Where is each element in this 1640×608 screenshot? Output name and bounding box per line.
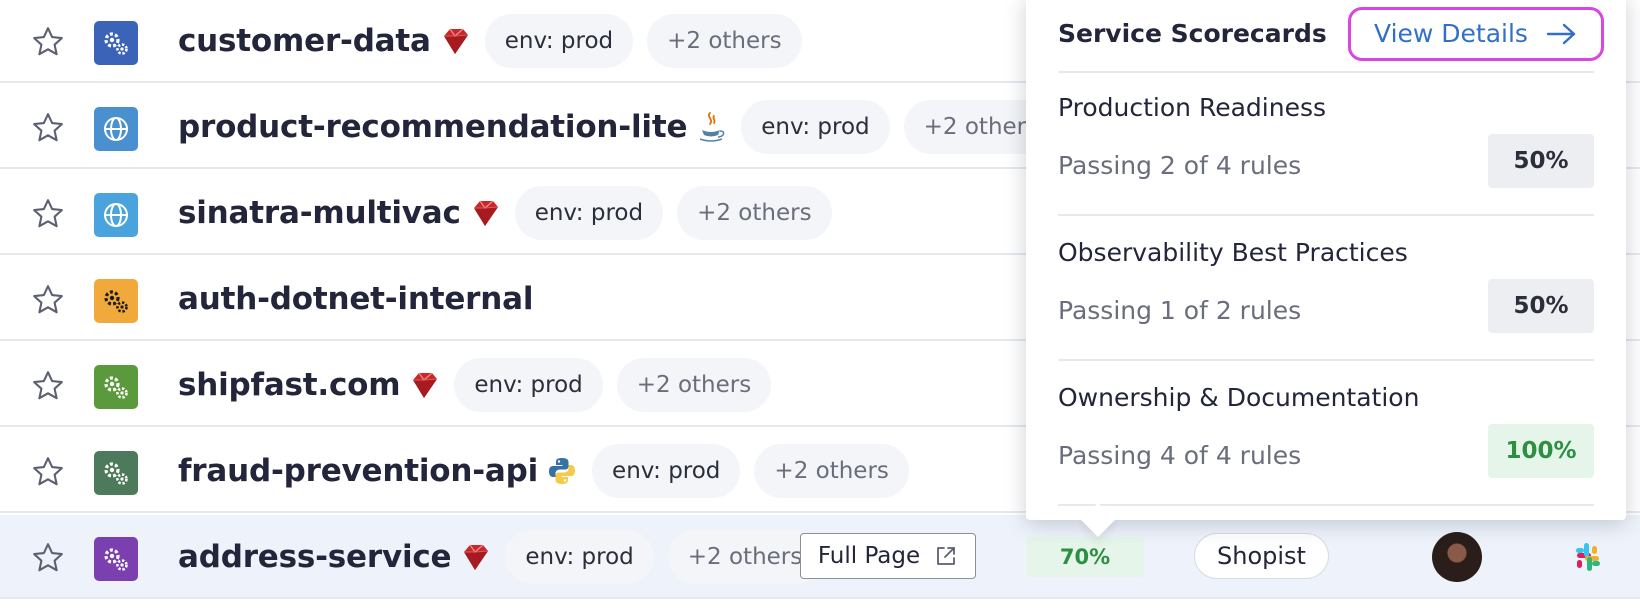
service-scorecards-popover: Service Scorecards View Details Producti… <box>1026 0 1626 537</box>
ruby-icon <box>408 369 440 401</box>
service-name[interactable]: shipfast.com <box>178 367 401 403</box>
view-details-label: View Details <box>1374 19 1528 48</box>
ruby-icon <box>469 197 501 229</box>
scorecard-passing: Passing 1 of 2 rules <box>1058 296 1302 325</box>
service-name[interactable]: fraud-prevention-api <box>178 453 538 489</box>
popover-header: Service Scorecards View Details <box>1058 0 1604 73</box>
service-name[interactable]: address-service <box>178 539 452 575</box>
scorecard-percent: 50% <box>1488 134 1594 188</box>
star-icon[interactable] <box>30 282 66 318</box>
star-icon[interactable] <box>30 368 66 404</box>
popover-title: Service Scorecards <box>1058 19 1327 48</box>
scorecard-percent: 50% <box>1488 279 1594 333</box>
team-chip[interactable]: Shopist <box>1194 533 1329 579</box>
avatar[interactable] <box>1432 532 1482 582</box>
service-name[interactable]: product-recommendation-lite <box>178 109 687 145</box>
service-name-group: address-service env: prod +2 others <box>178 515 823 599</box>
service-name-group: fraud-prevention-api env: prod +2 others <box>178 429 909 513</box>
service-name[interactable]: sinatra-multivac <box>178 195 461 231</box>
gears-icon <box>94 279 138 323</box>
full-page-button[interactable]: Full Page <box>800 533 976 579</box>
service-name-group: customer-data env: prod +2 others <box>178 0 802 83</box>
service-name-group: product-recommendation-lite env: prod +2 o… <box>178 85 1059 169</box>
scorecard-percent: 100% <box>1488 424 1594 478</box>
more-tags-chip[interactable]: +2 others <box>677 186 832 240</box>
scorecard-name: Production Readiness <box>1058 93 1326 122</box>
gears-icon <box>94 451 138 495</box>
star-icon[interactable] <box>30 196 66 232</box>
scorecard-ownership: Ownership & Documentation Passing 4 of 4… <box>1058 361 1594 506</box>
globe-icon <box>94 193 138 237</box>
service-row[interactable]: address-service env: prod +2 others Full Pa… <box>0 515 1640 599</box>
slack-icon[interactable] <box>1570 539 1606 575</box>
scorecard-name: Ownership & Documentation <box>1058 383 1420 412</box>
service-name-group: auth-dotnet-internal <box>178 257 533 341</box>
env-tag: env: prod <box>454 358 603 412</box>
service-name-group: shipfast.com env: prod +2 others <box>178 343 772 427</box>
service-name[interactable]: auth-dotnet-internal <box>178 281 533 317</box>
star-icon[interactable] <box>30 454 66 490</box>
scorecard-passing: Passing 4 of 4 rules <box>1058 441 1302 470</box>
env-tag: env: prod <box>505 530 654 584</box>
scorecard-score-badge[interactable]: 70% <box>1026 537 1144 577</box>
env-tag: env: prod <box>592 444 741 498</box>
ruby-icon <box>439 25 471 57</box>
scorecard-observability: Observability Best Practices Passing 1 o… <box>1058 216 1594 361</box>
gears-icon <box>94 21 138 65</box>
full-page-label: Full Page <box>817 543 921 569</box>
gears-icon <box>94 365 138 409</box>
gears-icon <box>94 537 138 581</box>
scorecard-passing: Passing 2 of 4 rules <box>1058 151 1302 180</box>
ruby-icon <box>459 541 491 573</box>
python-icon <box>546 455 578 487</box>
globe-icon <box>94 107 138 151</box>
star-icon[interactable] <box>30 24 66 60</box>
env-tag: env: prod <box>514 186 664 240</box>
view-details-link[interactable]: View Details <box>1348 6 1604 61</box>
star-icon[interactable] <box>30 110 66 146</box>
arrow-right-icon <box>1546 23 1576 44</box>
more-tags-chip[interactable]: +2 others <box>616 358 772 412</box>
env-tag: env: prod <box>741 100 890 154</box>
service-name-group: sinatra-multivac env: prod +2 others <box>178 171 832 255</box>
more-tags-chip[interactable]: +2 others <box>754 444 909 498</box>
service-name[interactable]: customer-data <box>178 23 431 59</box>
java-icon <box>695 111 727 143</box>
star-icon[interactable] <box>30 540 66 576</box>
scorecard-name: Observability Best Practices <box>1058 238 1408 267</box>
scorecard-production-readiness: Production Readiness Passing 2 of 4 rule… <box>1058 71 1594 216</box>
more-tags-chip[interactable]: +2 others <box>647 14 802 68</box>
env-tag: env: prod <box>484 14 634 68</box>
external-link-icon <box>934 544 958 568</box>
